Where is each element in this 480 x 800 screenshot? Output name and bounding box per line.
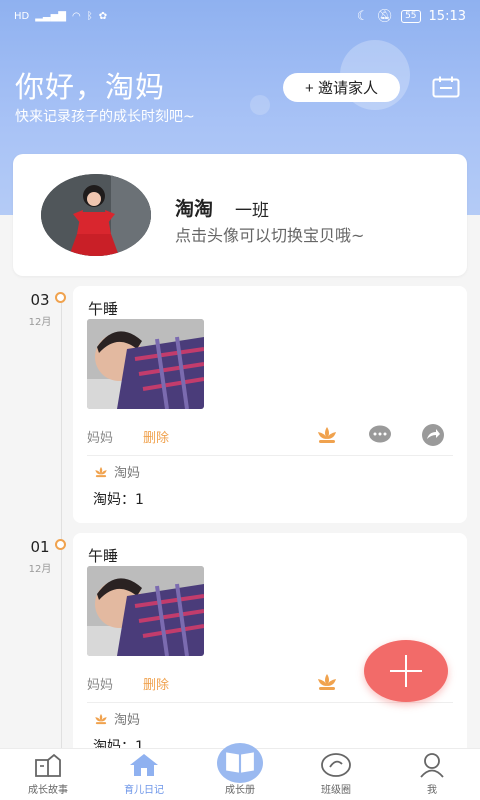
entry-author: 妈妈 xyxy=(87,431,114,446)
add-entry-button[interactable] xyxy=(364,640,448,702)
divider xyxy=(87,702,453,703)
timeline-dot xyxy=(55,292,66,303)
bottom-tab-bar: 成长故事 育儿日记 成长册 班级圈 我 xyxy=(0,743,480,800)
like-list: 淘妈 xyxy=(93,462,140,481)
entry-month: 12月 xyxy=(28,317,52,328)
entry-author: 妈妈 xyxy=(87,678,114,693)
delete-button[interactable]: 删除 xyxy=(143,674,169,693)
entry-title: 午睡 xyxy=(88,547,119,565)
hd-icon: HD xyxy=(14,10,30,22)
huawei-icon: ✿ xyxy=(98,10,108,22)
like-lotus-icon[interactable] xyxy=(315,671,339,693)
tab-class-circle[interactable]: 班级圈 xyxy=(288,749,384,800)
mute-icon: 🔕︎ xyxy=(376,8,394,24)
wifi-icon: ◠ xyxy=(72,10,81,22)
timeline-line xyxy=(61,300,62,750)
book-icon xyxy=(226,751,254,773)
tab-me[interactable]: 我 xyxy=(384,749,480,800)
signal-icon: ▂▃▅▇ xyxy=(35,10,66,22)
comment-icon[interactable] xyxy=(368,424,392,446)
tab-label: 班级圈 xyxy=(321,785,351,796)
circle-icon xyxy=(321,753,351,777)
child-avatar[interactable] xyxy=(41,174,151,256)
like-list: 淘妈 xyxy=(93,709,140,728)
lotus-icon xyxy=(95,466,107,477)
entry-photo[interactable] xyxy=(87,566,204,656)
calendar-icon[interactable] xyxy=(432,76,460,98)
entry-title: 午睡 xyxy=(88,300,119,318)
invite-family-button[interactable]: + 邀请家人 xyxy=(283,73,400,102)
child-name: 淘淘 xyxy=(175,198,214,220)
lotus-icon xyxy=(95,713,107,724)
entry-day: 01 xyxy=(30,538,50,556)
status-bar: HD ▂▃▅▇ ◠ ᛒ ✿ ☾ 🔕︎ 55 15:13 xyxy=(0,0,480,32)
tab-label: 成长册 xyxy=(225,785,255,796)
entry-day: 03 xyxy=(30,291,50,309)
story-icon xyxy=(35,753,61,777)
bluetooth-icon: ᛒ xyxy=(86,10,93,22)
like-lotus-icon[interactable] xyxy=(315,424,339,446)
divider xyxy=(87,455,453,456)
decorative-bubble xyxy=(250,95,270,115)
tab-growth-story[interactable]: 成长故事 xyxy=(0,749,96,800)
share-icon[interactable] xyxy=(421,424,445,446)
home-icon xyxy=(130,754,158,776)
timeline-dot xyxy=(55,539,66,550)
plus-icon xyxy=(390,655,422,687)
user-icon xyxy=(420,753,444,778)
tab-label: 我 xyxy=(427,785,437,796)
liker-name: 淘妈 xyxy=(114,466,141,481)
moon-icon: ☾ xyxy=(356,8,369,24)
entry-photo[interactable] xyxy=(87,319,204,409)
diary-entry-card[interactable]: 午睡 妈妈 删除 淘妈 淘妈：1 xyxy=(73,286,467,523)
tab-label: 成长故事 xyxy=(28,785,68,796)
greeting-title: 你好，淘妈 xyxy=(15,70,166,104)
switch-child-hint: 点击头像可以切换宝贝哦~ xyxy=(175,226,365,245)
book-icon-circle xyxy=(217,743,263,783)
delete-button[interactable]: 删除 xyxy=(143,427,169,446)
tab-label: 育儿日记 xyxy=(124,785,164,796)
tab-parenting-diary[interactable]: 育儿日记 xyxy=(96,749,192,800)
liker-name: 淘妈 xyxy=(114,713,141,728)
clock: 15:13 xyxy=(428,8,466,24)
battery-indicator: 55 xyxy=(401,9,421,23)
child-class: 一班 xyxy=(235,201,269,221)
comment-text: 淘妈：1 xyxy=(93,492,144,508)
greeting-subtitle: 快来记录孩子的成长时刻吧~ xyxy=(15,109,195,125)
child-profile-card[interactable]: 淘淘 一班 点击头像可以切换宝贝哦~ xyxy=(13,154,467,276)
tab-growth-book[interactable]: 成长册 xyxy=(192,743,288,800)
entry-month: 12月 xyxy=(28,564,52,575)
